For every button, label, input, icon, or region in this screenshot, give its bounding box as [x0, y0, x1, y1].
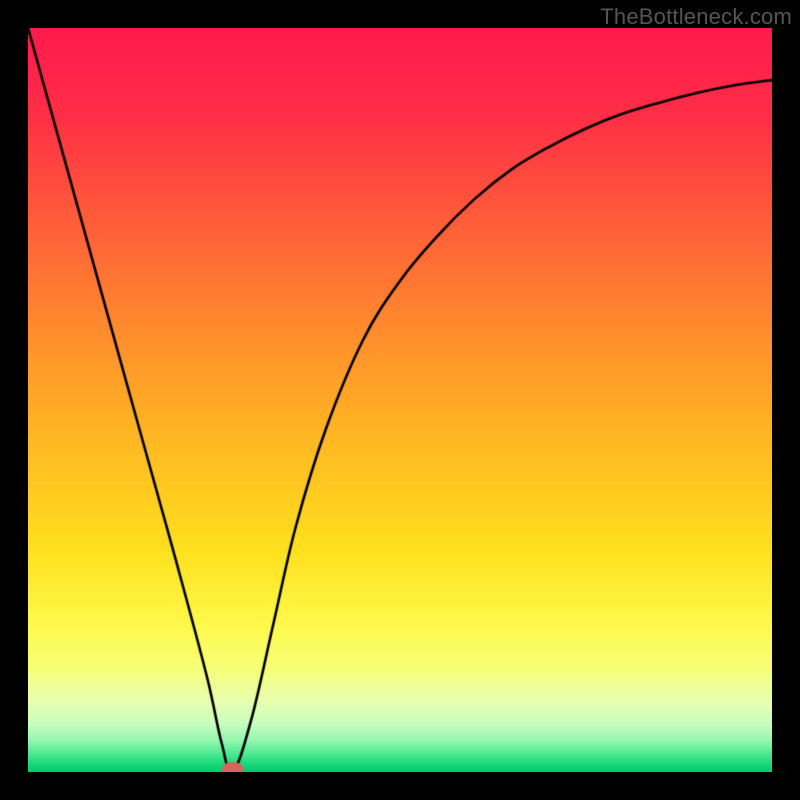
chart-frame: TheBottleneck.com — [0, 0, 800, 800]
watermark-text: TheBottleneck.com — [600, 4, 792, 30]
chart-canvas — [28, 28, 772, 772]
plot-area — [28, 28, 772, 772]
